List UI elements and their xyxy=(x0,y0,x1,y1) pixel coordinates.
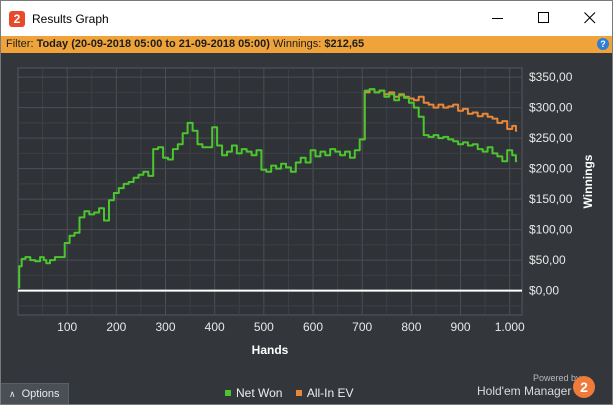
x-tick-label: 900 xyxy=(451,320,471,334)
legend-swatch-all-in-ev xyxy=(295,390,302,396)
x-tick-label: 200 xyxy=(106,320,126,334)
legend-item-all-in-ev: All-In EV xyxy=(295,386,354,400)
winnings-value: $212,65 xyxy=(324,38,365,50)
minimize-button[interactable] xyxy=(475,1,521,36)
minimize-icon xyxy=(492,18,503,19)
y-tick-label: $150,00 xyxy=(529,192,573,206)
y-tick-label: $350,00 xyxy=(529,70,573,84)
legend-label-net-won: Net Won xyxy=(236,386,283,400)
x-tick-label: 100 xyxy=(57,320,77,334)
hem-logo-icon: 2 xyxy=(9,11,25,27)
options-button[interactable]: ∧ Options xyxy=(1,383,69,404)
legend-label-all-in-ev: All-In EV xyxy=(306,386,354,400)
footer-bar: ∧ Options Net Won All-In EV Powered by Ho… xyxy=(1,373,612,404)
brand-logo-icon: 2 xyxy=(573,376,595,398)
results-chart: 100 200 300 400 500 600 700 800 900 1.000 $0,00 $50… xyxy=(1,53,612,383)
help-icon[interactable]: ? xyxy=(597,38,609,50)
results-graph-window: 2 Results Graph Filter: Today (20-09-201… xyxy=(0,0,613,405)
winnings-label: Winnings: xyxy=(273,38,322,50)
y-axis-title: Winnings xyxy=(581,154,595,208)
legend-swatch-net-won xyxy=(225,390,231,396)
filter-range: Today (20-09-2018 05:00 to 21-09-2018 05… xyxy=(36,38,270,50)
filter-bar[interactable]: Filter: Today (20-09-2018 05:00 to 21-09… xyxy=(1,36,612,53)
x-axis-title: Hands xyxy=(252,343,289,357)
plot-background xyxy=(17,67,523,316)
x-tick-label: 800 xyxy=(401,320,421,334)
y-tick-label: $100,00 xyxy=(529,223,573,237)
chart-svg: 100 200 300 400 500 600 700 800 900 1.000 $0,00 $50… xyxy=(17,67,595,357)
x-tick-label: 700 xyxy=(352,320,372,334)
y-tick-label: $0,00 xyxy=(529,284,559,298)
maximize-button[interactable] xyxy=(521,1,567,36)
y-tick-label: $50,00 xyxy=(529,253,566,267)
filter-label: Filter: xyxy=(6,38,34,50)
close-icon xyxy=(584,12,596,24)
window-title: Results Graph xyxy=(32,12,109,26)
x-tick-label: 500 xyxy=(254,320,274,334)
chevron-up-icon: ∧ xyxy=(9,389,16,399)
title-bar[interactable]: 2 Results Graph xyxy=(1,1,612,36)
maximize-icon xyxy=(538,12,549,23)
chart-legend: Net Won All-In EV xyxy=(225,386,364,400)
x-tick-label: 1.000 xyxy=(495,320,525,334)
y-tick-label: $300,00 xyxy=(529,101,573,115)
close-button[interactable] xyxy=(567,1,612,36)
options-label: Options xyxy=(21,388,60,400)
x-tick-label: 600 xyxy=(303,320,323,334)
y-tick-label: $200,00 xyxy=(529,162,573,176)
x-tick-label: 400 xyxy=(205,320,225,334)
brand-name: Hold'em Manager xyxy=(477,384,572,398)
legend-item-net-won: Net Won xyxy=(225,386,282,400)
x-tick-label: 300 xyxy=(155,320,175,334)
y-tick-label: $250,00 xyxy=(529,131,573,145)
